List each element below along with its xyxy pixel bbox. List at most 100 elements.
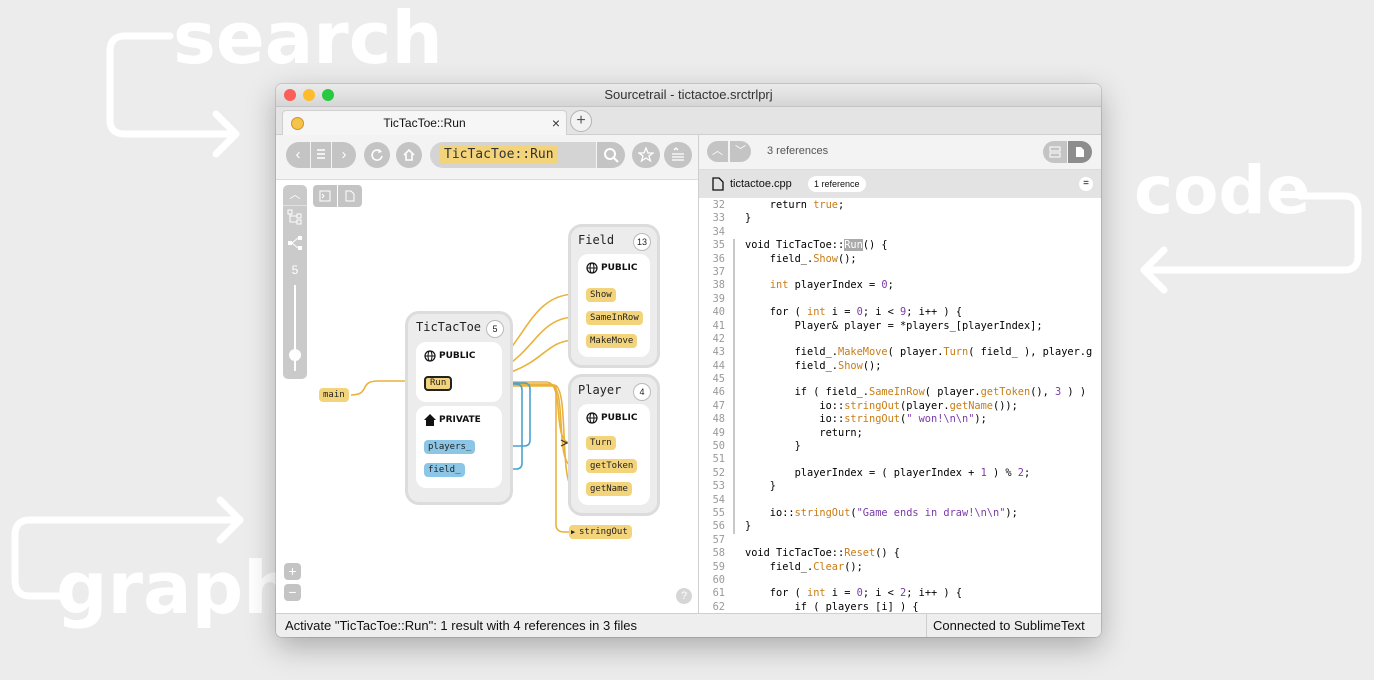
code-line: 33} bbox=[712, 212, 752, 225]
code-editor[interactable]: 32 return true; 33} 34 35 void TicTacToe::Ru… bbox=[699, 199, 1101, 613]
add-tab-button[interactable]: + bbox=[570, 110, 592, 132]
node-main[interactable]: main bbox=[319, 388, 349, 402]
node-getname[interactable]: getName bbox=[586, 482, 632, 496]
status-divider bbox=[926, 614, 927, 637]
node-field-member[interactable]: field_ bbox=[424, 463, 465, 477]
globe-icon bbox=[586, 412, 598, 424]
code-line: 44 field_.Show(); bbox=[712, 359, 882, 372]
graph-panel: ‹ › TicTacToe::Run ︿ 5 main TicTacToe 5 … bbox=[276, 135, 699, 613]
node-show[interactable]: Show bbox=[586, 288, 616, 302]
code-line: 34 bbox=[712, 225, 725, 238]
node-field[interactable]: Field 13 PUBLIC Show SameInRow MakeMove bbox=[568, 224, 660, 368]
node-run[interactable]: Run bbox=[424, 376, 453, 391]
field-public-label: PUBLIC bbox=[601, 263, 638, 273]
code-navigation-bar: ︿ ﹀ 3 references bbox=[699, 135, 1101, 170]
code-label: code bbox=[1134, 152, 1311, 229]
code-line: 32 return true; bbox=[712, 199, 845, 211]
globe-icon bbox=[424, 350, 436, 362]
house-icon bbox=[424, 414, 436, 426]
file-mode-button[interactable] bbox=[1068, 141, 1092, 163]
code-line: 52 playerIndex = ( playerIndex + 1 ) % 2… bbox=[712, 466, 1031, 479]
reference-count: 3 references bbox=[767, 145, 829, 157]
node-tictactoe-count[interactable]: 5 bbox=[486, 320, 504, 338]
node-makemove[interactable]: MakeMove bbox=[586, 334, 638, 348]
snippet-icon bbox=[1049, 146, 1061, 158]
code-line: 41 Player& player = *players_[playerInde… bbox=[712, 319, 1043, 332]
tab-bar: TicTacToe::Run × + bbox=[276, 107, 1101, 135]
previous-reference-button[interactable]: ︿ bbox=[707, 141, 728, 162]
code-line: 60 bbox=[712, 573, 725, 586]
close-window-button[interactable] bbox=[284, 89, 296, 101]
status-message: Activate "TicTacToe::Run": 1 result with… bbox=[285, 618, 637, 633]
file-header: tictactoe.cpp 1 reference = bbox=[699, 170, 1101, 198]
code-line: 40 for ( int i = 0; i < 9; i++ ) { bbox=[712, 306, 963, 319]
code-line: 57 bbox=[712, 533, 725, 546]
node-turn[interactable]: Turn bbox=[586, 436, 616, 450]
file-icon bbox=[712, 177, 724, 191]
code-line: 49 return; bbox=[712, 426, 863, 439]
node-tictactoe-title: TicTacToe bbox=[416, 320, 482, 334]
tab-tictactoe-run[interactable]: TicTacToe::Run × bbox=[282, 110, 567, 135]
code-line: 58 void TicTacToe::Reset() { bbox=[712, 547, 901, 560]
tab-status-dot bbox=[291, 117, 304, 130]
code-line: 53 } bbox=[712, 480, 776, 493]
zoom-in-button[interactable]: + bbox=[284, 563, 301, 580]
tictactoe-private-section: PRIVATE players_ field_ bbox=[416, 406, 502, 488]
node-field-count[interactable]: 13 bbox=[633, 233, 651, 251]
node-player-title: Player bbox=[578, 383, 622, 397]
status-bar: Activate "TicTacToe::Run": 1 result with… bbox=[276, 613, 1101, 637]
code-line: 38 int playerIndex = 0; bbox=[712, 279, 894, 292]
code-line: 42 bbox=[712, 332, 725, 345]
code-line: 51 bbox=[712, 453, 725, 466]
code-lines: 32 return true; 33} 34 35 void TicTacToe::Ru… bbox=[699, 199, 1101, 613]
field-public-section: PUBLIC Show SameInRow MakeMove bbox=[578, 254, 650, 357]
tictactoe-public-section: PUBLIC Run bbox=[416, 342, 502, 402]
snippet-mode-button[interactable] bbox=[1043, 141, 1067, 163]
code-line: 55 io::stringOut("Game ends in draw!\n\n… bbox=[712, 506, 1018, 519]
code-line: 62 if ( players [i] ) { bbox=[712, 600, 919, 613]
player-public-label: PUBLIC bbox=[601, 413, 638, 423]
zoom-window-button[interactable] bbox=[322, 89, 334, 101]
code-line: 50 } bbox=[712, 440, 801, 453]
code-line: 59 field_.Clear(); bbox=[712, 560, 863, 573]
tictactoe-public-label: PUBLIC bbox=[439, 351, 476, 361]
next-reference-button[interactable]: ﹀ bbox=[730, 141, 751, 162]
node-stringout-label: stringOut bbox=[579, 527, 628, 537]
code-line: 37 bbox=[712, 265, 725, 278]
file-icon bbox=[1076, 147, 1084, 157]
code-panel: ︿ ﹀ 3 references tictactoe.cpp 1 referen… bbox=[699, 135, 1101, 613]
code-line: 48 io::stringOut(" won!\n\n"); bbox=[712, 413, 987, 426]
expand-arrow-icon: ▶ bbox=[571, 528, 576, 536]
code-line: 46 if ( field_.SameInRow( player.getToke… bbox=[712, 386, 1087, 399]
help-button[interactable]: ? bbox=[676, 588, 692, 604]
file-name[interactable]: tictactoe.cpp bbox=[730, 178, 792, 190]
node-gettoken[interactable]: getToken bbox=[586, 459, 638, 473]
search-label: search bbox=[173, 0, 443, 80]
node-tictactoe[interactable]: TicTacToe 5 PUBLIC Run PRIVATE players_ … bbox=[405, 311, 513, 505]
code-line: 39 bbox=[712, 292, 725, 305]
app-window: Sourcetrail - tictactoe.srctrlprj TicTac… bbox=[276, 84, 1101, 637]
file-reference-badge: 1 reference bbox=[808, 176, 866, 192]
minimize-window-button[interactable] bbox=[303, 89, 315, 101]
node-stringout[interactable]: ▶ stringOut bbox=[569, 525, 632, 539]
code-line: 36 field_.Show(); bbox=[712, 252, 857, 265]
code-line: 35 void TicTacToe::Run() { bbox=[712, 239, 888, 252]
code-line: 56} bbox=[712, 520, 752, 533]
node-players[interactable]: players_ bbox=[424, 440, 476, 454]
code-line: 45 bbox=[712, 373, 725, 386]
code-line: 61 for ( int i = 0; i < 2; i++ ) { bbox=[712, 587, 963, 600]
tab-label: TicTacToe::Run bbox=[383, 116, 466, 130]
code-line: 54 bbox=[712, 493, 725, 506]
node-player[interactable]: Player 4 PUBLIC Turn getToken getName bbox=[568, 374, 660, 516]
code-line: 43 field_.MakeMove( player.Turn( field_ … bbox=[712, 346, 1093, 359]
zoom-out-button[interactable]: − bbox=[284, 584, 301, 601]
node-player-count[interactable]: 4 bbox=[633, 383, 651, 401]
tab-close-icon[interactable]: × bbox=[552, 111, 560, 135]
tictactoe-private-label: PRIVATE bbox=[439, 415, 481, 425]
file-menu-button[interactable]: = bbox=[1079, 177, 1093, 191]
globe-icon bbox=[586, 262, 598, 274]
graph-label: graph bbox=[56, 546, 295, 630]
node-sameinrow[interactable]: SameInRow bbox=[586, 311, 643, 325]
code-line: 47 io::stringOut(player.getName()); bbox=[712, 399, 1018, 412]
player-public-section: PUBLIC Turn getToken getName bbox=[578, 404, 650, 505]
